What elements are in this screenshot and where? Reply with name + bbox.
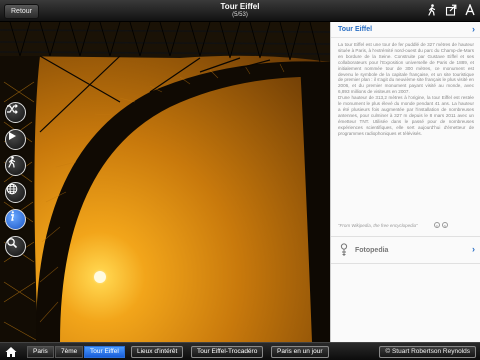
tag-tour-eiffel-trocadero[interactable]: Tour Eiffel-Trocadéro <box>191 346 264 358</box>
fotopedia-link[interactable]: Fotopedia › <box>331 239 480 261</box>
home-icon[interactable] <box>4 346 18 358</box>
info-icon <box>11 211 15 221</box>
chevron-right-icon: › <box>472 244 475 254</box>
search-button[interactable] <box>5 236 26 257</box>
breadcrumb-tour-eiffel[interactable]: Tour Eiffel <box>84 346 125 358</box>
share-icon[interactable] <box>445 3 457 17</box>
photo-credit[interactable]: © Stuart Robertson Reynolds <box>379 346 476 358</box>
walker-icon[interactable] <box>426 3 438 17</box>
breadcrumb-7eme[interactable]: 7ème <box>55 346 84 358</box>
walk-button[interactable] <box>5 155 26 176</box>
source-attribution[interactable]: "From Wikipedia, the free encyclopedia" <box>338 223 418 228</box>
shuffle-button[interactable] <box>5 102 26 123</box>
bottom-bar: Paris 7ème Tour Eiffel Lieux d'intérêt T… <box>0 342 480 360</box>
panel-title: Tour Eiffel <box>338 26 373 33</box>
tag-lieux-d-interet[interactable]: Lieux d'intérêt <box>131 346 184 358</box>
article-paragraph: D'une hauteur de 313,2 mètres à l'origin… <box>338 95 474 136</box>
chevron-right-icon[interactable]: › <box>472 24 475 34</box>
globe-button[interactable] <box>5 182 26 203</box>
divider <box>331 236 480 237</box>
share-alike-icon: s <box>442 222 448 228</box>
creative-commons-icon: c <box>434 222 440 228</box>
divider <box>331 263 480 264</box>
top-bar: Retour Tour Eiffel (5/53) <box>0 0 480 22</box>
fotopedia-label: Fotopedia <box>355 247 389 254</box>
copyright-icon: © <box>385 348 391 355</box>
info-button[interactable] <box>5 209 26 230</box>
shuffle-icon <box>7 104 18 114</box>
info-panel: Tour Eiffel › La tour Eiffel est une tou… <box>330 22 480 342</box>
main-photo[interactable] <box>0 22 330 342</box>
search-icon <box>7 238 18 249</box>
play-button[interactable] <box>5 129 26 150</box>
article-paragraph: La tour Eiffel est une tour de fer puddl… <box>338 42 474 95</box>
photo-counter: (5/53) <box>232 12 248 18</box>
forward-icon <box>9 132 16 140</box>
article-text: La tour Eiffel est une tour de fer puddl… <box>338 42 474 137</box>
panel-header[interactable]: Tour Eiffel › <box>331 22 480 38</box>
tag-paris-en-un-jour[interactable]: Paris en un jour <box>271 346 329 358</box>
page-title: Tour Eiffel <box>220 2 260 11</box>
fotopedia-icon <box>340 243 348 256</box>
eiffel-tower-arch-photo <box>0 22 330 342</box>
globe-icon <box>6 183 18 195</box>
breadcrumb-paris[interactable]: Paris <box>27 346 54 358</box>
font-size-icon[interactable] <box>464 3 476 17</box>
photographer-name: Stuart Robertson Reynolds <box>391 348 470 355</box>
walker-icon <box>8 156 16 168</box>
